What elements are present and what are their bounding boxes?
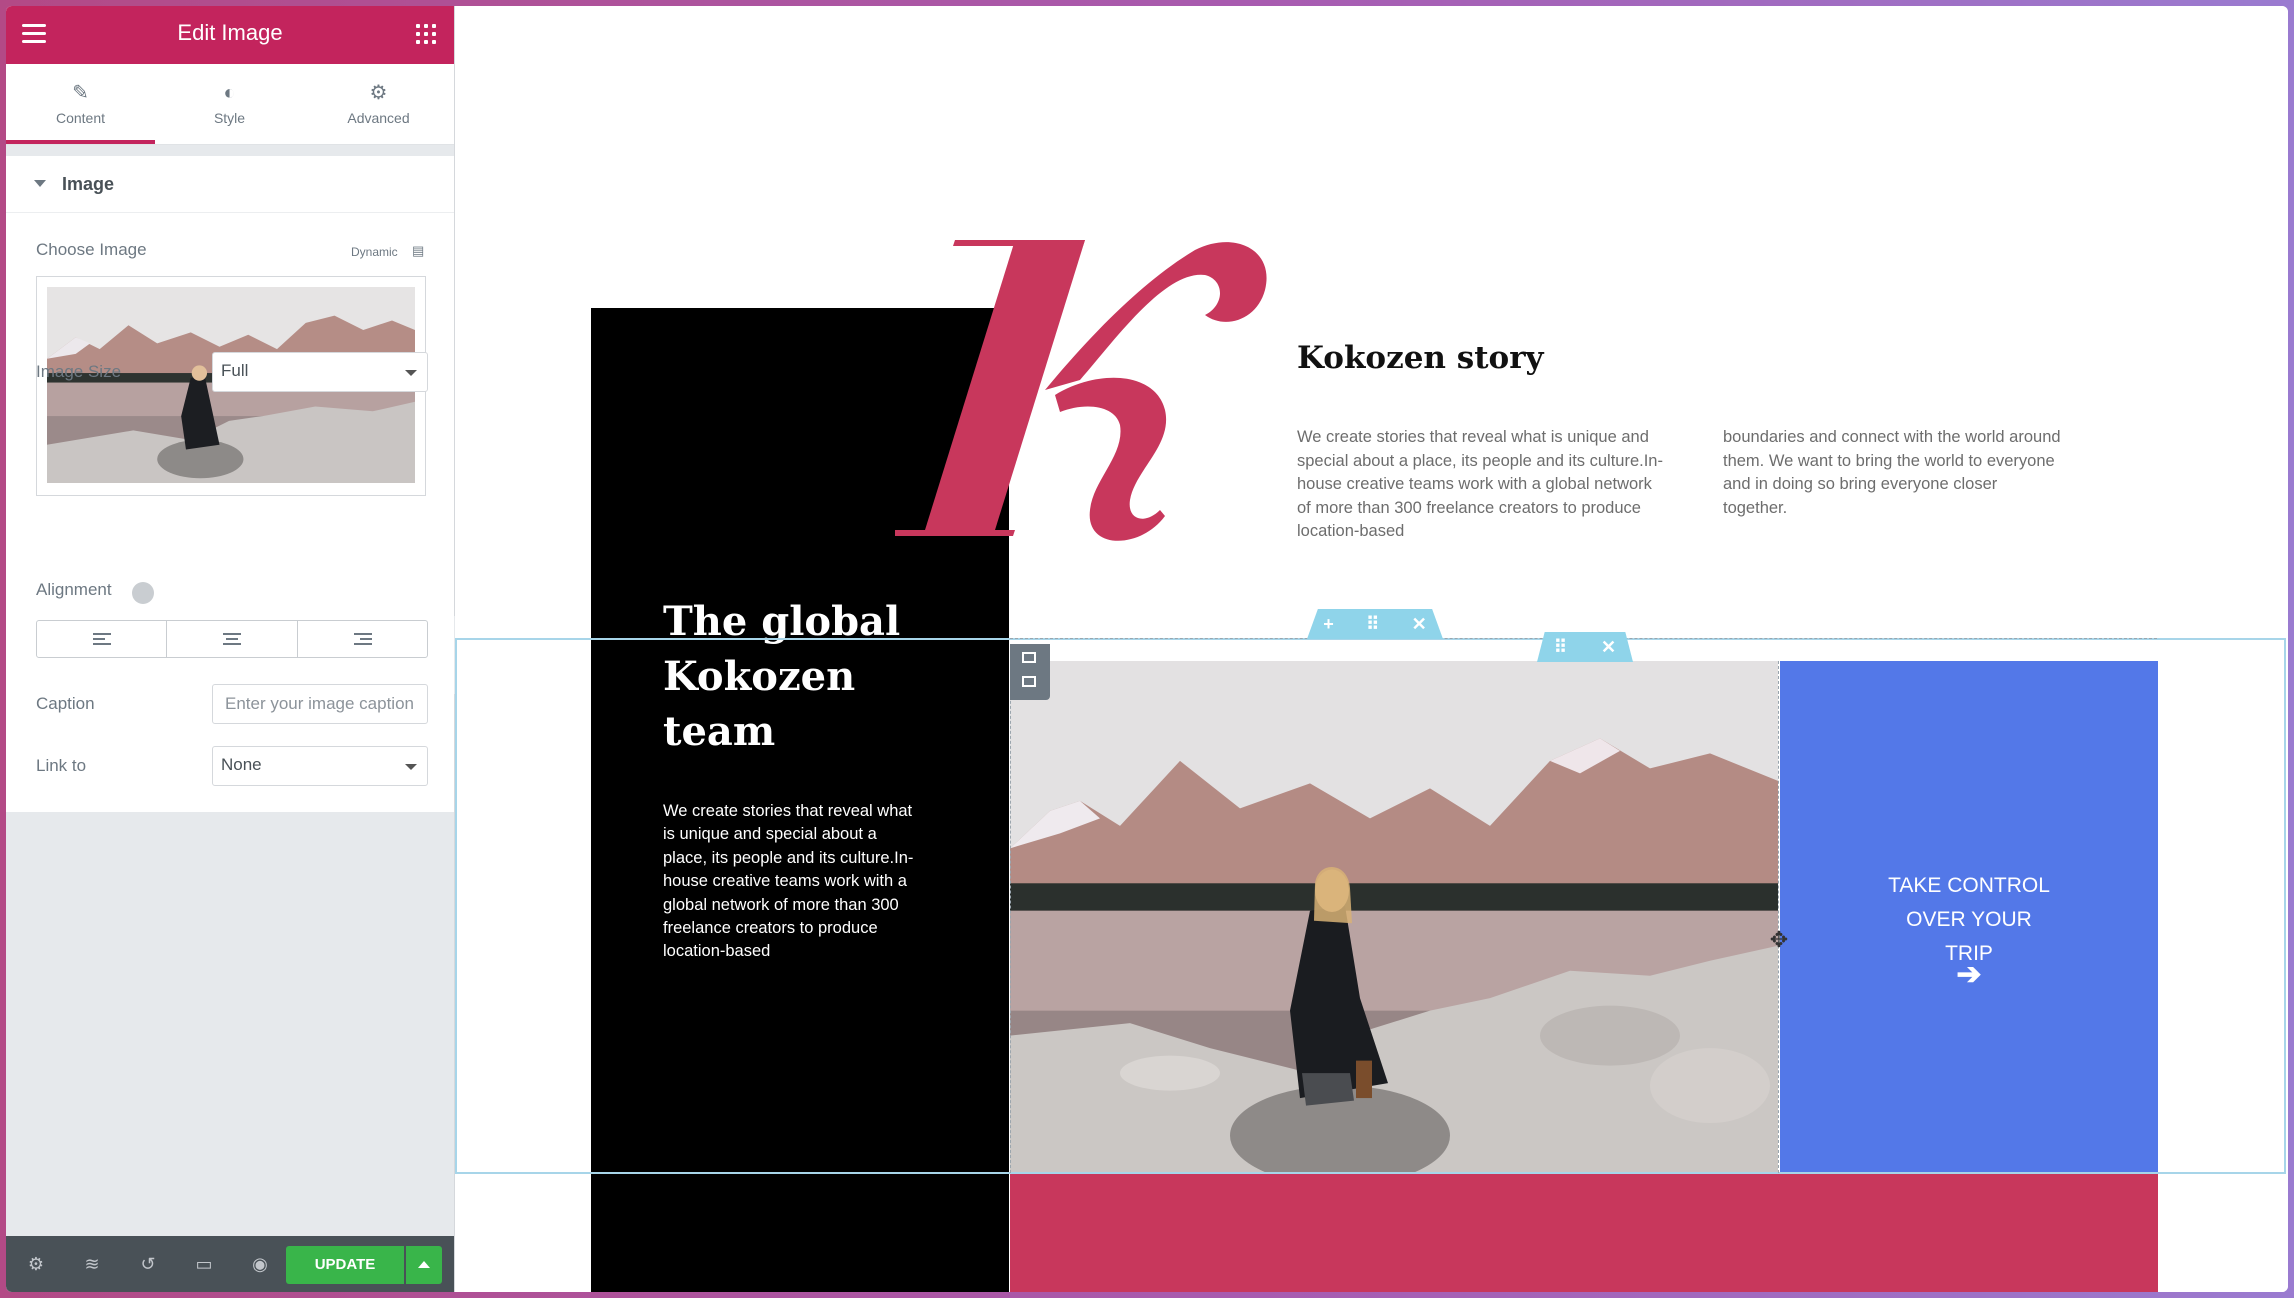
close-icon[interactable]: ✕ [1412, 614, 1427, 635]
resize-cursor-icon[interactable]: ✥ [1767, 928, 1791, 952]
widgets-grid-icon[interactable] [416, 24, 436, 44]
save-options-button[interactable] [406, 1246, 442, 1284]
section-toggle[interactable]: Image [6, 156, 454, 213]
alignment-label: Alignment [36, 580, 112, 599]
chevron-down-icon [405, 764, 417, 770]
caret-down-icon [34, 180, 46, 187]
tab-advanced[interactable]: ⚙ Advanced [304, 64, 453, 144]
database-icon[interactable]: ▤ [412, 243, 424, 259]
contrast-icon: ◐ [223, 82, 236, 104]
add-section-icon[interactable]: + [1323, 614, 1334, 635]
k-logo-letter [895, 240, 1267, 541]
image-size-value: Full [221, 361, 249, 380]
tab-label: Content [55, 110, 106, 126]
preview-canvas: Kokozen story We create stories that rev… [455, 6, 2288, 1292]
column-left-outline [1010, 661, 1012, 1173]
story-text-column-1[interactable]: We create stories that reveal what is un… [1297, 426, 1667, 544]
caption-label: Caption [36, 694, 95, 713]
column-handle: ⠿ ✕ [1537, 632, 1633, 662]
link-to-label: Link to [36, 756, 87, 775]
update-button[interactable]: UPDATE [286, 1246, 404, 1284]
settings-icon[interactable]: ⚙ [22, 1250, 50, 1278]
panel-title: Edit Image [177, 20, 283, 45]
link-to-select[interactable]: None [212, 746, 428, 786]
tab-content[interactable]: ✎ Content [6, 64, 155, 144]
panel-header: Edit Image [6, 6, 454, 64]
alignment-control [36, 620, 428, 658]
navigator-layers-icon[interactable]: ≋ [78, 1250, 106, 1278]
close-icon[interactable]: ✕ [1601, 637, 1616, 658]
panel-footer: ⚙ ≋ ↺ ▭ ◉ UPDATE [6, 1236, 454, 1292]
editor-window: Edit Image ✎ Content ◐ Style ⚙ Advanced … [6, 6, 2288, 1292]
caption-placeholder: Enter your image caption [225, 694, 414, 713]
tab-label: Style [213, 110, 246, 126]
section-title: Image [62, 174, 115, 194]
section-selection-outline [455, 638, 2286, 1174]
story-heading[interactable]: Kokozen story [1297, 340, 1544, 376]
align-center-button[interactable] [167, 621, 298, 657]
story-text-column-2[interactable]: boundaries and connect with the world ar… [1723, 426, 2063, 520]
red-accent-bar [1010, 1174, 2158, 1292]
drag-handle-icon[interactable]: ⠿ [1554, 637, 1567, 658]
column-edit-handle[interactable] [1010, 644, 1050, 700]
chevron-down-icon [405, 370, 417, 376]
pencil-icon: ✎ [72, 82, 89, 104]
image-section: Image Choose Image Dynamic ▤ Image Size … [6, 156, 454, 812]
column-divider-outline [1778, 661, 1780, 1173]
align-left-button[interactable] [37, 621, 168, 657]
editor-panel: Edit Image ✎ Content ◐ Style ⚙ Advanced … [6, 6, 455, 1292]
image-size-label: Image Size [36, 362, 122, 381]
history-icon[interactable]: ↺ [134, 1250, 162, 1278]
caption-input[interactable]: Enter your image caption [212, 684, 428, 724]
column-icon [1022, 652, 1036, 663]
dynamic-tags-button[interactable]: Dynamic [351, 245, 398, 259]
tab-label: Advanced [347, 110, 410, 126]
drag-handle-icon[interactable]: ⠿ [1366, 614, 1379, 635]
choose-image-label: Choose Image [36, 240, 147, 259]
link-to-value: None [221, 755, 262, 774]
gear-icon: ⚙ [369, 82, 388, 104]
image-size-select[interactable]: Full [212, 352, 428, 392]
tab-style[interactable]: ◐ Style [155, 64, 304, 144]
panel-tabs: ✎ Content ◐ Style ⚙ Advanced [6, 64, 454, 145]
section-handle: + ⠿ ✕ [1307, 609, 1443, 639]
align-right-button[interactable] [298, 621, 427, 657]
responsive-mode-icon[interactable]: ▭ [190, 1250, 218, 1278]
preview-eye-icon[interactable]: ◉ [246, 1250, 274, 1278]
responsive-device-icon[interactable] [132, 582, 154, 604]
widget-icon [1022, 676, 1036, 687]
